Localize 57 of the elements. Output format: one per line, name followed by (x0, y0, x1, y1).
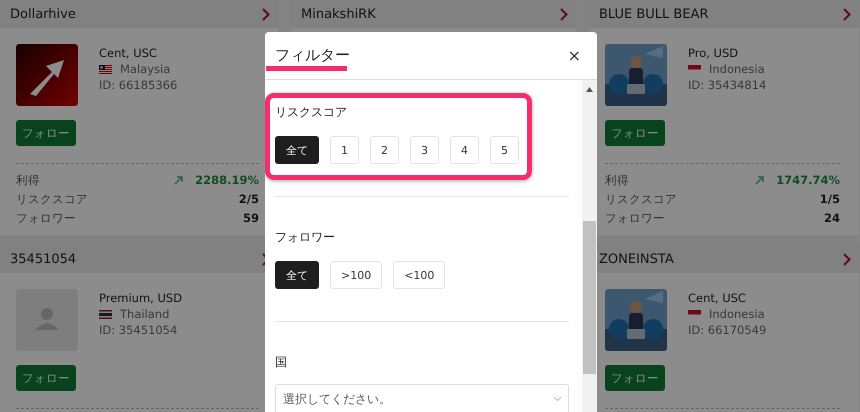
filter-option[interactable]: 5 (490, 136, 519, 164)
stat-label: 利得 (16, 172, 40, 188)
account-type: Cent, USC (688, 291, 747, 305)
flag-icon (99, 64, 112, 74)
chevron-right-icon[interactable] (262, 8, 270, 20)
stat-value: 2/5 (238, 192, 259, 206)
filter-option[interactable]: >100 (330, 261, 382, 289)
stat-value: 59 (242, 211, 259, 225)
country-name: Malaysia (120, 62, 170, 76)
stat-label: フォロワー (605, 210, 665, 226)
filter-label: フォロワー (275, 229, 336, 245)
stat-label: フォロワー (16, 210, 76, 226)
account-type: Premium, USD (99, 291, 182, 305)
stat-label: リスクスコア (16, 192, 88, 206)
trend-up-icon (174, 176, 184, 184)
flag-icon (99, 310, 112, 318)
filter-option[interactable]: 全て (275, 261, 319, 289)
country-name: Thailand (120, 307, 170, 321)
filter-option[interactable]: 3 (410, 136, 439, 164)
user-placeholder-icon (16, 289, 78, 351)
chevron-down-icon (553, 396, 562, 402)
account-id: ID: 35451054 (99, 323, 178, 337)
account-id: ID: 66170549 (688, 323, 766, 337)
stat-value: 1747.74% (776, 173, 840, 187)
country-select[interactable]: 選択してください。 (275, 384, 569, 412)
country-name: Indonesia (709, 62, 765, 76)
stat-value: 24 (824, 211, 840, 225)
logo-icon (16, 44, 78, 106)
dialog-title: フィルター (275, 46, 350, 65)
trend-up-icon (755, 176, 764, 184)
chevron-right-icon[interactable] (560, 8, 568, 20)
trader-name: Dollarhive (10, 6, 76, 22)
scrollbar-thumb[interactable] (583, 221, 596, 374)
trader-name: MinakshiRK (301, 6, 376, 22)
scroll-up-icon[interactable] (586, 87, 593, 92)
account-id: ID: 35434814 (688, 78, 766, 92)
filter-option[interactable]: 2 (370, 136, 399, 164)
country-name: Indonesia (709, 307, 765, 321)
close-button[interactable]: × (566, 46, 583, 65)
chevron-right-icon[interactable] (843, 8, 851, 20)
filter-label: 国 (275, 354, 288, 370)
filter-option[interactable]: 4 (450, 136, 479, 164)
account-id: ID: 66185366 (99, 78, 178, 92)
chevron-right-icon[interactable] (843, 252, 851, 266)
filter-label: リスクスコア (275, 104, 348, 120)
stat-value: 1/5 (820, 192, 840, 206)
stat-value: 2288.19% (195, 173, 259, 187)
account-type: Pro, USD (688, 46, 740, 60)
trader-name: ZONEINSTA (599, 252, 674, 266)
filter-option[interactable]: 全て (275, 136, 319, 164)
filter-option[interactable]: <100 (393, 261, 446, 289)
stat-label: 利得 (605, 172, 629, 188)
account-type: Cent, USC (99, 46, 158, 60)
stat-label: リスクスコア (605, 192, 677, 206)
filter-option[interactable]: 1 (330, 136, 359, 164)
trader-name: BLUE BULL BEAR (599, 6, 708, 22)
trader-name: 35451054 (10, 252, 76, 266)
